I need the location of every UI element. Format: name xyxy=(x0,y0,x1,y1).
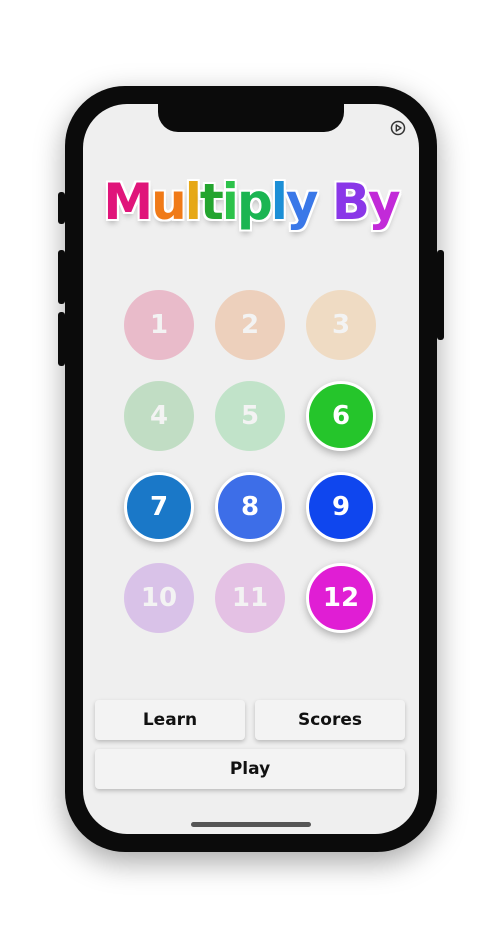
silent-switch xyxy=(58,192,65,224)
notch xyxy=(158,104,344,132)
learn-button[interactable]: Learn xyxy=(95,700,245,740)
title-letter: y xyxy=(368,173,401,231)
scores-button[interactable]: Scores xyxy=(255,700,405,740)
title-letter: t xyxy=(199,173,224,231)
title-letter: u xyxy=(151,173,187,231)
title-letter: l xyxy=(270,173,288,231)
title-letter: y xyxy=(285,173,319,231)
title-letter: B xyxy=(331,173,370,231)
phone-frame: Multiply By 1 2 3 4 5 6 7 8 9 10 11 12 Learn Scores… xyxy=(58,86,444,852)
number-button-12[interactable]: 12 xyxy=(306,563,376,633)
title-letter: i xyxy=(221,173,239,231)
volume-down-button xyxy=(58,312,65,366)
number-button-7[interactable]: 7 xyxy=(124,472,194,542)
power-button xyxy=(437,250,444,340)
settings-button[interactable] xyxy=(389,119,407,137)
title-letter: p xyxy=(236,173,273,231)
title-letter: M xyxy=(103,173,153,231)
volume-up-button xyxy=(58,250,65,304)
number-button-9[interactable]: 9 xyxy=(306,472,376,542)
number-button-10[interactable]: 10 xyxy=(124,563,194,633)
number-button-3[interactable]: 3 xyxy=(306,290,376,360)
app-screen: Multiply By 1 2 3 4 5 6 7 8 9 10 11 12 Learn Scores… xyxy=(83,104,419,834)
title-letter: l xyxy=(184,173,202,231)
title-letter xyxy=(316,173,331,231)
app-title: Multiply By xyxy=(83,170,419,234)
number-grid: 1 2 3 4 5 6 7 8 9 10 11 12 xyxy=(124,290,378,633)
number-button-11[interactable]: 11 xyxy=(215,563,285,633)
play-button[interactable]: Play xyxy=(95,749,405,789)
number-button-2[interactable]: 2 xyxy=(215,290,285,360)
settings-icon xyxy=(390,120,406,136)
home-indicator xyxy=(191,822,311,827)
number-button-8[interactable]: 8 xyxy=(215,472,285,542)
number-button-1[interactable]: 1 xyxy=(124,290,194,360)
number-button-5[interactable]: 5 xyxy=(215,381,285,451)
number-button-4[interactable]: 4 xyxy=(124,381,194,451)
number-button-6[interactable]: 6 xyxy=(306,381,376,451)
